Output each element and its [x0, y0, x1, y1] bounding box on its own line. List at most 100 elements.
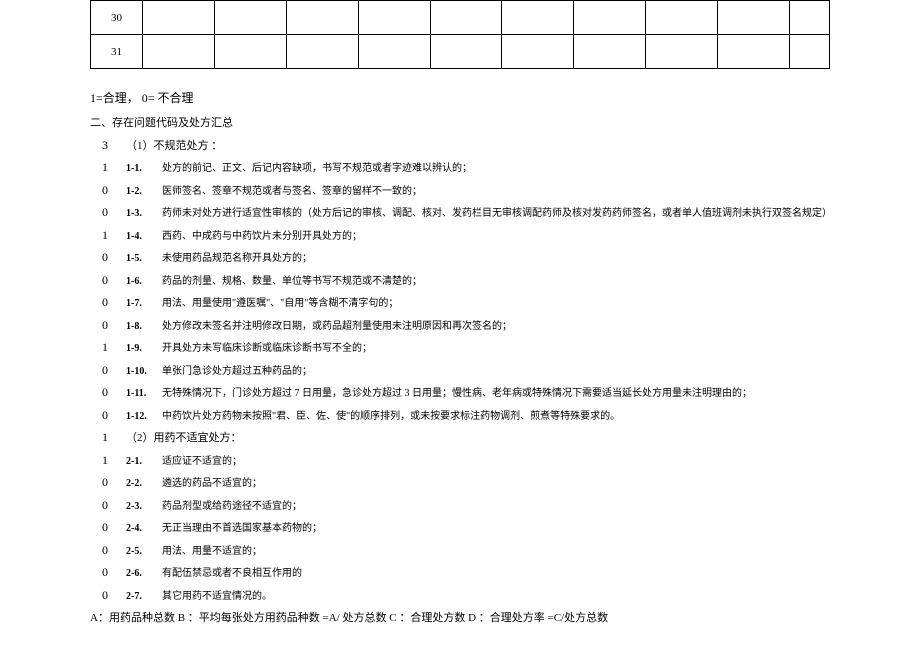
code-text: 西药、中成药与中药饮片未分别开具处方的；	[160, 228, 920, 247]
code-label: 1-3.	[120, 205, 160, 224]
code-count: 0	[90, 359, 120, 381]
code-text: 处方的前记、正文、后记内容缺项，书写不规范或者字迹难以辨认的；	[160, 160, 920, 179]
code-text: 药师未对处方进行适宜性审核的（处方后记的审核、调配、核对、发药栏目无审核调配药师…	[160, 205, 920, 224]
code-row: 01-3.药师未对处方进行适宜性审核的（处方后记的审核、调配、核对、发药栏目无审…	[90, 201, 920, 224]
legend-text: 1=合理， 0= 不合理	[0, 69, 920, 106]
code-label: 1-1.	[120, 160, 160, 179]
table-section: 30 31	[0, 0, 920, 69]
code-text: 医师签名、签章不规范或者与签名、签章的留样不一致的；	[160, 183, 920, 202]
table-cell	[790, 35, 830, 69]
code-row: 01-6.药品的剂量、规格、数量、单位等书写不规范或不清楚的；	[90, 269, 920, 292]
code-row: 02-3.药品剂型或给药途径不适宜的；	[90, 494, 920, 517]
table-cell	[214, 35, 286, 69]
code-label: 2-7.	[120, 588, 160, 607]
code-label: 1-10.	[120, 363, 160, 382]
code-text: 适应证不适宜的；	[160, 453, 920, 472]
code-count: 0	[90, 246, 120, 268]
table-cell	[358, 1, 430, 35]
code-count: 0	[90, 201, 120, 223]
code-text: 未使用药品规范名称开具处方的；	[160, 250, 920, 269]
code-text: 用法、用量不适宜的；	[160, 543, 920, 562]
code-row: 12-1.适应证不适宜的；	[90, 449, 920, 472]
table-cell	[286, 1, 358, 35]
code-label: 1-8.	[120, 318, 160, 337]
code-text: 中药饮片处方药物未按照"君、臣、佐、使"的顺序排列，或未按要求标注药物调剂、煎煮…	[160, 408, 920, 427]
table-cell	[358, 35, 430, 69]
code-text: 用法、用量使用"遵医嘱"、"自用"等含糊不清字句的；	[160, 295, 920, 314]
code-label: 1-4.	[120, 228, 160, 247]
code-row: 01-2.医师签名、签章不规范或者与签名、签章的留样不一致的；	[90, 179, 920, 202]
code-count: 0	[90, 314, 120, 336]
code-text: 遴选的药品不适宜的；	[160, 475, 920, 494]
code-row: 02-5.用法、用量不适宜的；	[90, 539, 920, 562]
code-text: 单张门急诊处方超过五种药品的；	[160, 363, 920, 382]
code-label: 2-4.	[120, 520, 160, 539]
code-count: 0	[90, 291, 120, 313]
code-label: 2-3.	[120, 498, 160, 517]
code-label: 1-12.	[120, 408, 160, 427]
code-count: 0	[90, 539, 120, 561]
code-label: 1-2.	[120, 183, 160, 202]
code-count: 1	[90, 426, 120, 448]
code-row: 01-12.中药饮片处方药物未按照"君、臣、佐、使"的顺序排列，或未按要求标注药…	[90, 404, 920, 427]
row-number-cell: 30	[91, 1, 143, 35]
code-header-text: （2）用药不适宜处方：	[120, 428, 242, 448]
table-cell	[646, 35, 718, 69]
code-count: 1	[90, 156, 120, 178]
code-list: 3（1）不规范处方 ：11-1.处方的前记、正文、后记内容缺项，书写不规范或者字…	[0, 130, 920, 606]
row-number-cell: 31	[91, 35, 143, 69]
code-row: 01-10.单张门急诊处方超过五种药品的；	[90, 359, 920, 382]
code-row: 01-8.处方修改未签名并注明修改日期，或药品超剂量使用未注明原因和再次签名的；	[90, 314, 920, 337]
code-count: 3	[90, 134, 120, 156]
code-count: 0	[90, 494, 120, 516]
table-cell	[286, 35, 358, 69]
code-row: 11-9.开具处方未写临床诊断或临床诊断书写不全的；	[90, 336, 920, 359]
code-row: 01-5.未使用药品规范名称开具处方的；	[90, 246, 920, 269]
table-cell	[430, 1, 502, 35]
data-table: 30 31	[90, 0, 830, 69]
code-text: 有配伍禁忌或者不良相互作用的	[160, 565, 920, 584]
table-cell	[502, 35, 574, 69]
code-row: 1（2）用药不适宜处方：	[90, 426, 920, 448]
table-cell	[574, 1, 646, 35]
code-row: 11-1.处方的前记、正文、后记内容缺项，书写不规范或者字迹难以辨认的；	[90, 156, 920, 179]
table-cell	[718, 1, 790, 35]
code-text: 其它用药不适宜情况的。	[160, 588, 920, 607]
code-label: 1-9.	[120, 340, 160, 359]
table-cell	[502, 1, 574, 35]
code-row: 02-2.遴选的药品不适宜的；	[90, 471, 920, 494]
code-count: 0	[90, 471, 120, 493]
code-row: 02-4.无正当理由不首选国家基本药物的；	[90, 516, 920, 539]
code-label: 2-2.	[120, 475, 160, 494]
code-count: 0	[90, 584, 120, 606]
code-label: 2-6.	[120, 565, 160, 584]
table-cell	[646, 1, 718, 35]
table-cell	[574, 35, 646, 69]
code-count: 0	[90, 516, 120, 538]
code-text: 处方修改未签名并注明修改日期，或药品超剂量使用未注明原因和再次签名的；	[160, 318, 920, 337]
code-count: 1	[90, 449, 120, 471]
table-cell	[790, 1, 830, 35]
code-row: 01-7.用法、用量使用"遵医嘱"、"自用"等含糊不清字句的；	[90, 291, 920, 314]
code-count: 0	[90, 404, 120, 426]
table-row: 30	[91, 1, 830, 35]
table-cell	[143, 35, 215, 69]
code-row: 11-4.西药、中成药与中药饮片未分别开具处方的；	[90, 224, 920, 247]
table-cell	[430, 35, 502, 69]
code-row: 3（1）不规范处方 ：	[90, 134, 920, 156]
table-cell	[214, 1, 286, 35]
code-label: 1-6.	[120, 273, 160, 292]
code-text: 药品的剂量、规格、数量、单位等书写不规范或不清楚的；	[160, 273, 920, 292]
code-text: 药品剂型或给药途径不适宜的；	[160, 498, 920, 517]
code-label: 2-1.	[120, 453, 160, 472]
table-cell	[143, 1, 215, 35]
code-label: 1-11.	[120, 385, 160, 404]
code-count: 0	[90, 179, 120, 201]
code-text: 无特殊情况下，门诊处方超过 7 日用量，急诊处方超过 3 日用量；慢性病、老年病…	[160, 385, 920, 404]
table-cell	[718, 35, 790, 69]
code-row: 02-7. 其它用药不适宜情况的。	[90, 584, 920, 607]
table-row: 31	[91, 35, 830, 69]
code-label: 1-5.	[120, 250, 160, 269]
code-label: 2-5.	[120, 543, 160, 562]
code-count: 1	[90, 224, 120, 246]
